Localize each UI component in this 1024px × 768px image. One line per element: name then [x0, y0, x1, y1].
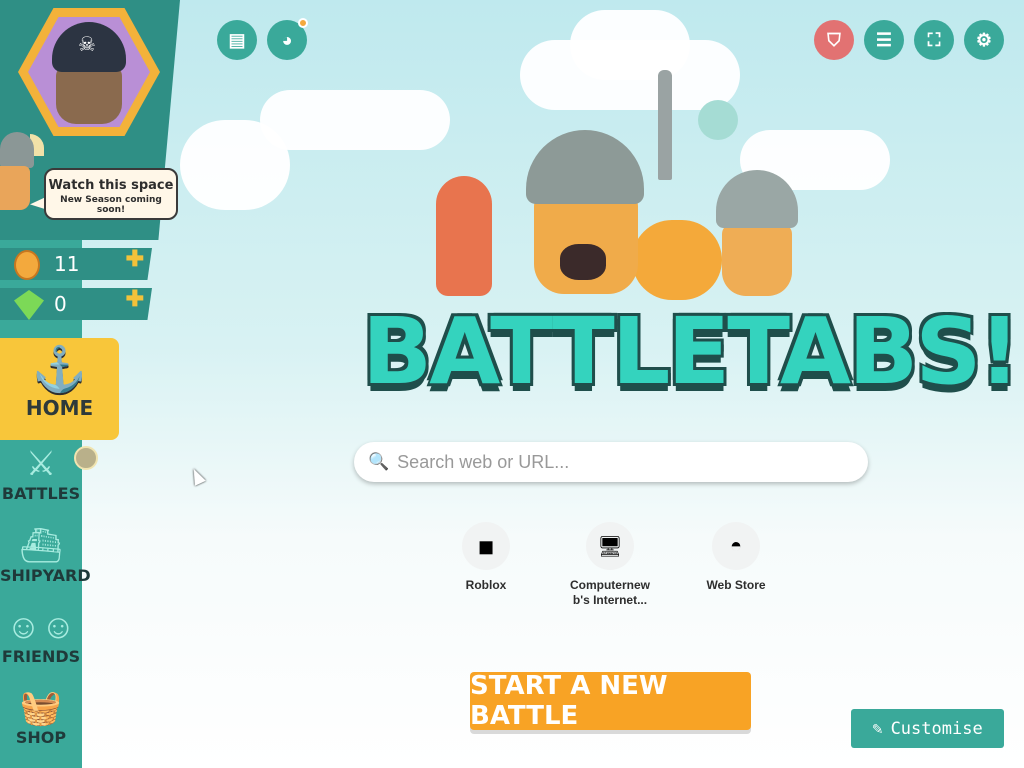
customise-label: Customise [890, 718, 983, 739]
shortcut-label: Computernew b's Internet... [569, 578, 650, 607]
cloud [180, 120, 290, 210]
nav-home-label: HOME [25, 396, 94, 420]
list-icon: ☰ [875, 29, 893, 50]
viking-mascot-icon [0, 132, 44, 222]
battletabs-logo: BATTLETABS! [362, 298, 1020, 405]
search-input[interactable] [397, 451, 858, 473]
add-coins-button[interactable]: ✚ [126, 248, 144, 272]
coin-counter: 11 ✚ [0, 248, 152, 280]
shortcut-label: Web Store [706, 578, 766, 592]
news-icon: ▤ [228, 29, 246, 50]
friends-icon: ☺☺ [6, 608, 76, 646]
shortcut-computernewb[interactable]: 🖥 Computernew b's Internet... [560, 522, 660, 608]
nav-friends[interactable]: ☺☺ FRIENDS [0, 607, 82, 666]
hero-illustration [400, 70, 850, 300]
bubble-subtitle: New Season coming soon! [60, 195, 162, 215]
news-button[interactable]: ▤ [217, 20, 257, 60]
nav-shipyard[interactable]: ⛴ SHIPYARD [0, 526, 91, 585]
fullscreen-icon: ⛶ [927, 29, 941, 50]
basket-icon: 🧺 [19, 689, 63, 727]
skull-icon: ☠ [78, 34, 96, 56]
nav-home[interactable]: ⚓ HOME [0, 338, 119, 440]
coin-icon [14, 250, 40, 280]
roblox-icon: ◼ [462, 522, 510, 570]
gem-counter: 0 ✚ [0, 288, 152, 320]
shortcut-label: Roblox [465, 578, 507, 592]
avatar[interactable] [56, 66, 122, 124]
nav-battles[interactable]: ⚔ BATTLES [0, 444, 82, 503]
fullscreen-button[interactable]: ⛶ [914, 20, 954, 60]
coin-value: 11 [54, 252, 80, 276]
mouse-cursor-icon [188, 466, 206, 486]
list-button[interactable]: ☰ [864, 20, 904, 60]
nav-shop[interactable]: 🧺 SHOP [0, 688, 82, 747]
smoke-icon [698, 100, 738, 140]
start-battle-button[interactable]: START A NEW BATTLE [470, 671, 751, 731]
explosion-icon [632, 220, 722, 300]
search-bar[interactable]: 🔍 [354, 442, 868, 482]
squid-icon [436, 176, 492, 296]
nav-shop-label: SHOP [15, 728, 67, 747]
sword-icon [658, 70, 672, 180]
add-gems-button[interactable]: ✚ [126, 288, 144, 312]
search-icon: 🔍 [368, 452, 390, 471]
shield-button[interactable]: ⛉ [814, 20, 854, 60]
web-store-icon: ◓ [712, 522, 760, 570]
nav-shipyard-label: SHIPYARD [0, 566, 91, 585]
shield-icon: ⛉ [827, 29, 841, 50]
crossed-axes-icon: ⚔ [25, 445, 57, 483]
gem-value: 0 [54, 292, 67, 316]
viking-character-icon [526, 124, 644, 294]
nav-battles-label: BATTLES [1, 484, 81, 503]
computer-icon: 🖥 [586, 522, 634, 570]
shortcut-web-store[interactable]: ◓ Web Store [686, 522, 786, 593]
customise-button[interactable]: ✎ Customise [851, 709, 1004, 748]
wand-icon: ✎ [872, 718, 883, 739]
anchor-icon: ⚓ [32, 345, 87, 394]
notification-dot [298, 18, 308, 28]
gear-icon: ⚙ [975, 29, 993, 50]
discord-icon: ◕ [281, 29, 293, 50]
viking-girl-icon [716, 170, 798, 296]
nav-friends-label: FRIENDS [1, 647, 81, 666]
gem-icon [14, 290, 44, 320]
speech-bubble: Watch this space New Season coming soon! [44, 168, 178, 220]
shortcut-roblox[interactable]: ◼ Roblox [436, 522, 536, 593]
settings-button[interactable]: ⚙ [964, 20, 1004, 60]
bubble-title: Watch this space [48, 178, 174, 193]
ship-icon: ⛴ [19, 527, 63, 565]
